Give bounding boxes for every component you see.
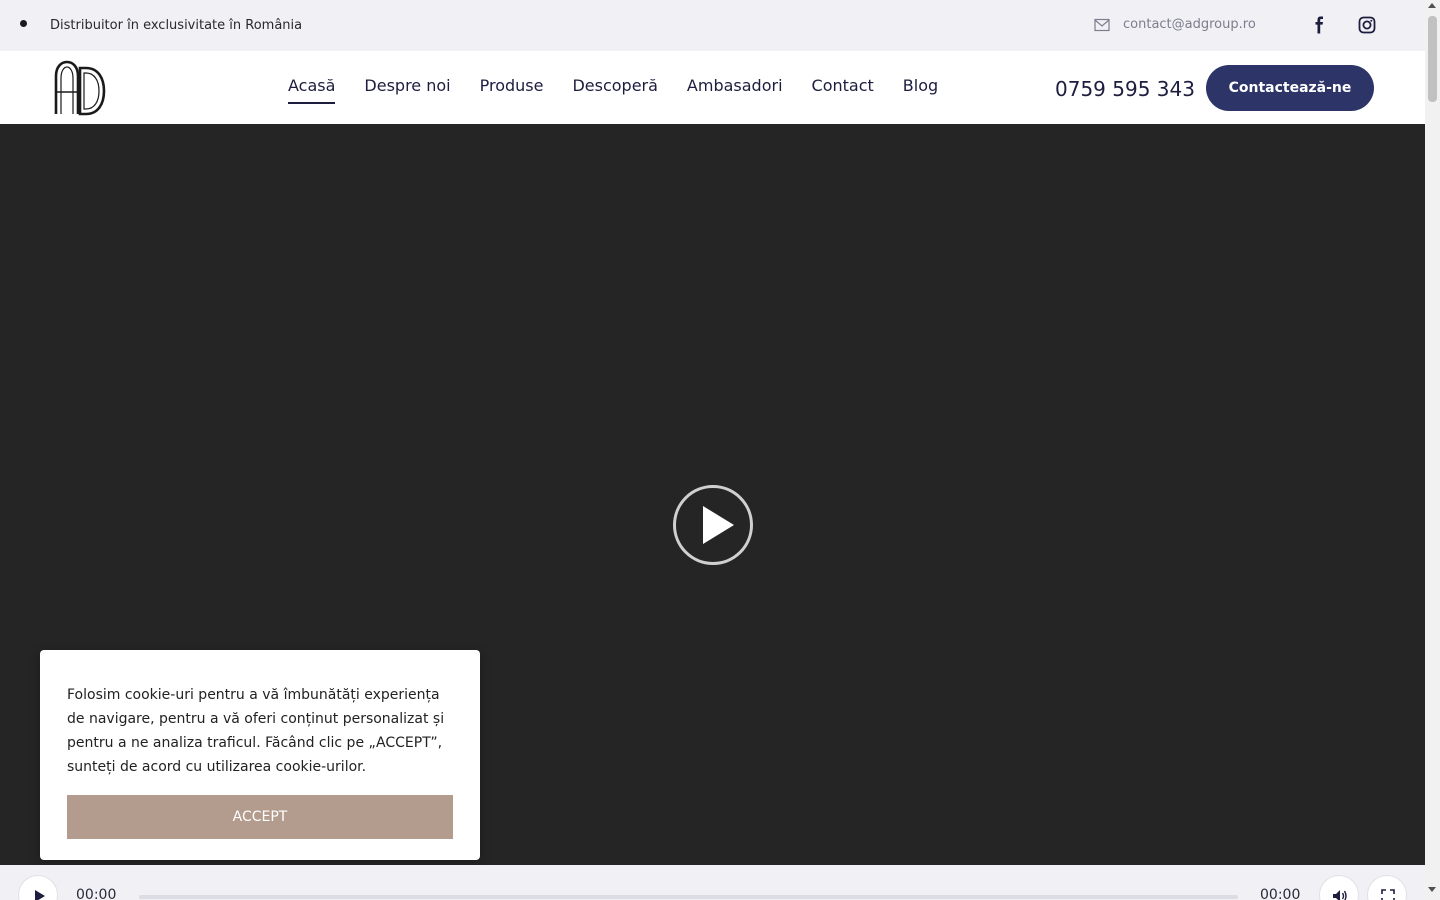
volume-icon: [1333, 890, 1347, 900]
play-small-icon: [35, 890, 45, 900]
facebook-icon[interactable]: [1312, 16, 1326, 34]
main-header: Acasă Despre noi Produse Descoperă Ambas…: [0, 51, 1425, 124]
nav-item-contact[interactable]: Contact: [812, 75, 874, 105]
progress-bar[interactable]: [139, 895, 1238, 899]
play-icon[interactable]: [672, 484, 754, 566]
mail-icon: [1094, 18, 1110, 32]
ad-logo[interactable]: [53, 60, 107, 116]
page-scrollbar[interactable]: [1425, 0, 1440, 900]
main-nav: Acasă Despre noi Produse Descoperă Ambas…: [288, 75, 967, 105]
nav-item-produse[interactable]: Produse: [480, 75, 544, 105]
scroll-up-arrow-icon[interactable]: [1428, 3, 1436, 8]
scroll-down-arrow-icon[interactable]: [1428, 887, 1436, 892]
cookie-message: Folosim cookie-uri pentru a vă îmbunătăț…: [67, 687, 445, 775]
fullscreen-icon: [1381, 889, 1395, 900]
nav-item-acasa[interactable]: Acasă: [288, 75, 336, 105]
nav-item-ambasadori[interactable]: Ambasadori: [687, 75, 783, 105]
email-link[interactable]: contact@adgroup.ro: [1123, 17, 1256, 32]
contact-us-button[interactable]: Contactează-ne: [1206, 65, 1374, 111]
fullscreen-button[interactable]: [1367, 875, 1407, 900]
instagram-icon[interactable]: [1358, 16, 1376, 34]
volume-button[interactable]: [1319, 875, 1359, 900]
scrollbar-thumb[interactable]: [1428, 16, 1437, 102]
phone-number[interactable]: 0759 595 343: [1055, 77, 1195, 101]
top-bar: Distribuitor în exclusivitate în România…: [0, 0, 1425, 51]
total-time: 00:00: [1260, 887, 1301, 900]
bullet-dot-icon: [20, 20, 27, 27]
current-time: 00:00: [76, 887, 117, 900]
play-button[interactable]: [18, 875, 58, 900]
cookie-banner: Folosim cookie-uri pentru a vă îmbunătăț…: [40, 650, 480, 860]
nav-item-despre-noi[interactable]: Despre noi: [364, 75, 450, 105]
video-controls: 00:00 00:00: [0, 865, 1425, 900]
accept-cookies-button[interactable]: ACCEPT: [67, 795, 453, 839]
nav-item-blog[interactable]: Blog: [903, 75, 938, 105]
tagline: Distribuitor în exclusivitate în România: [50, 18, 303, 33]
nav-item-descopera[interactable]: Descoperă: [572, 75, 657, 105]
